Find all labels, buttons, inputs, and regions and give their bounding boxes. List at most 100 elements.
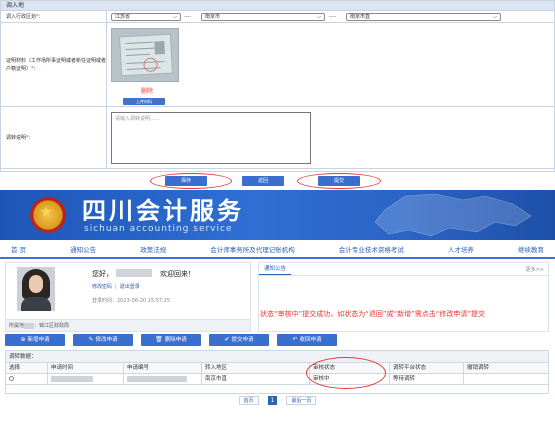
login-time: 登录时间：2023-06-20 15:57:25 — [92, 298, 171, 304]
reason-textarea[interactable]: 请输入调转说明...... — [111, 112, 311, 164]
withdraw-application-button[interactable]: ↶ 收回申请 — [277, 334, 337, 346]
separator: ---- — [184, 14, 192, 20]
required-mark: * — [26, 134, 29, 141]
trash-icon: 🗑 — [155, 336, 163, 343]
separator: ---- — [329, 14, 337, 20]
submit-application-button[interactable]: ✔ 提交申请 — [209, 334, 269, 346]
cert-line — [125, 47, 156, 51]
org-prefix: 所属地 — [9, 323, 25, 329]
status-annotation: 状态“审核中”提交成功，如状态为“退回”或“新增”需点击“修改申请”提交 — [260, 310, 486, 318]
apply-no-cell — [124, 374, 202, 385]
notice-panel: 通知公告 更多>> — [258, 262, 549, 332]
link-separator: | — [115, 284, 117, 290]
map-icon — [374, 193, 532, 237]
last-page-button[interactable]: 最后一页 — [286, 396, 317, 405]
col-header: 申请编号 — [124, 363, 202, 374]
star-icon: ★ — [39, 202, 54, 221]
nav-item-talent[interactable]: 人才培养 — [448, 244, 474, 254]
logout-link[interactable]: 退出登录 — [120, 284, 140, 290]
upload-button[interactable]: 上传材料 — [123, 98, 165, 105]
cert-label: 证明材料（工作场所事证明或者新任证明或者户籍证明）*： — [1, 23, 107, 106]
radio-button[interactable] — [9, 376, 14, 381]
plus-circle-icon: ⊕ — [20, 336, 26, 343]
table-header: 选择 申请时间 申请编号 转入地区 审核状态 调转平台状态 撤销调转 — [6, 363, 548, 374]
check-circle-icon: ✔ — [224, 336, 230, 343]
edit-application-button[interactable]: ✎ 修改申请 — [73, 334, 133, 346]
required-mark: * — [31, 65, 34, 72]
chevron-down-icon: ⌵ — [493, 14, 497, 20]
district-value: 南京市直 — [350, 14, 371, 20]
col-header: 撤销调转 — [467, 365, 490, 371]
user-links: 修改密码 | 退出登录 — [92, 283, 140, 290]
pager-dots: · — [280, 397, 283, 404]
org-value: 锦江区财政局 — [39, 323, 70, 329]
page: 调入地 调入行政区划 *： 江苏省 ⌵ ---- 南京市 ⌵ ---- 南京市直 ⌵ 证… — [0, 0, 555, 431]
transfer-table: 调转数据： 选择 申请时间 申请编号 转入地区 审核状态 调转平台状态 撤销调转… — [5, 350, 549, 394]
notice-tab[interactable]: 通知公告 — [259, 263, 292, 275]
highlight-ring — [150, 173, 232, 189]
revoke-cell — [464, 374, 550, 385]
province-value: 江苏省 — [115, 14, 131, 20]
pagination: 首页 · 1 · 最后一页 — [0, 396, 555, 408]
redacted-org — [24, 322, 35, 329]
form-footer: 保存 返回 提交 — [0, 172, 555, 190]
select-cell[interactable] — [6, 374, 48, 385]
table-row[interactable]: 南京市直 审核中 等待调转 — [6, 374, 548, 385]
nav-item-firms[interactable]: 会计师事务所及代理记账机构 — [210, 244, 295, 254]
col-header: 申请时间 — [48, 363, 124, 374]
greeting-prefix: 您好， — [92, 270, 113, 278]
table-title: 调转数据： — [6, 351, 548, 363]
delete-application-button[interactable]: 🗑 删除申请 — [141, 334, 201, 346]
stamp-icon — [143, 57, 158, 73]
col-header: 转入地区 — [202, 363, 310, 374]
nav-item-exam[interactable]: 会计专业技术资格考试 — [339, 244, 404, 254]
first-page-button[interactable]: 首页 — [238, 396, 259, 405]
more-link[interactable]: 更多>> — [526, 266, 544, 273]
org-bar: 所属地 ：锦江区财政局 — [6, 319, 250, 331]
nav-item-education[interactable]: 继续教育 — [518, 244, 544, 254]
region-label-text: 调入行政区划 — [6, 13, 37, 20]
apply-time-cell — [48, 374, 124, 385]
required-mark: * — [36, 13, 39, 20]
submit-application-label: 提交申请 — [231, 337, 254, 343]
chevron-down-icon: ⌵ — [317, 14, 321, 20]
nav-item-policy[interactable]: 政策法规 — [140, 244, 166, 254]
form-header: 调入地 — [1, 1, 554, 11]
user-panel: 您好， 欢迎回来！ 修改密码 | 退出登录 登录时间：2023-06-20 15:5… — [5, 262, 251, 332]
province-select[interactable]: 江苏省 ⌵ — [111, 13, 181, 21]
transfer-form: 调入地 调入行政区划 *： 江苏省 ⌵ ---- 南京市 ⌵ ---- 南京市直 ⌵ 证… — [0, 0, 555, 172]
undo-icon: ↶ — [292, 336, 298, 343]
pencil-icon: ✎ — [88, 336, 94, 343]
change-password-link[interactable]: 修改密码 — [92, 284, 112, 290]
avatar-body — [21, 297, 51, 311]
redacted-time — [51, 375, 93, 382]
certificate-paper — [118, 33, 174, 77]
reason-label: 调转说明 *： — [1, 107, 107, 168]
add-application-button[interactable]: ⊕ 新增申请 — [5, 334, 65, 346]
main-nav: 首 页 通知公告 政策法规 会计师事务所及代理记账机构 会计专业技术资格考试 人… — [0, 240, 555, 259]
reason-row: 调转说明 *： 请输入调转说明...... — [1, 107, 554, 169]
reason-label-text: 调转说明 — [6, 134, 27, 141]
nav-item-home[interactable]: 首 页 — [11, 244, 26, 254]
current-page[interactable]: 1 — [268, 396, 277, 405]
delete-application-label: 删除申请 — [164, 337, 187, 343]
avatar-face — [29, 275, 43, 293]
delete-link[interactable]: 删除 — [141, 86, 153, 95]
table-spacer — [6, 385, 548, 393]
divider — [259, 275, 548, 276]
certificate-row: 证明材料（工作场所事证明或者新任证明或者户籍证明）*： 删除 上传材料 — [1, 23, 554, 107]
portal-subtitle: sichuan accounting service — [84, 224, 233, 234]
certificate-thumbnail[interactable] — [111, 28, 179, 82]
back-button[interactable]: 返回 — [242, 176, 284, 186]
withdraw-application-label: 收回申请 — [299, 337, 322, 343]
redacted-number — [127, 375, 187, 382]
col-header: 调转平台状态 — [390, 363, 464, 374]
cert-photo — [154, 41, 165, 55]
region-label: 调入行政区划 *： — [1, 11, 107, 22]
nav-item-notices[interactable]: 通知公告 — [70, 244, 96, 254]
greeting-suffix: 欢迎回来！ — [160, 270, 195, 278]
cert-line — [125, 41, 154, 45]
district-select[interactable]: 南京市直 ⌵ — [346, 13, 501, 21]
city-select[interactable]: 南京市 ⌵ — [201, 13, 325, 21]
portal-banner: ★ 四川会计服务 sichuan accounting service — [0, 190, 555, 240]
